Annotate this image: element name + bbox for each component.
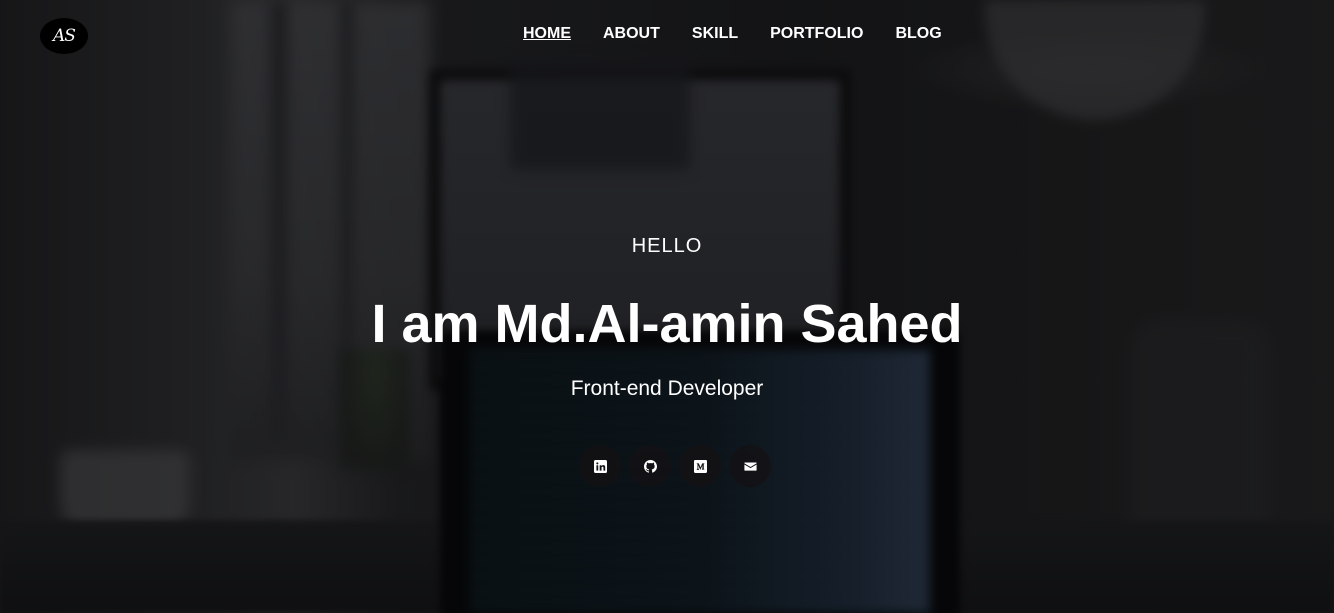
nav-item-home[interactable]: HOME <box>523 24 571 44</box>
social-links <box>579 445 771 487</box>
medium-button[interactable] <box>679 445 721 487</box>
email-button[interactable] <box>729 445 771 487</box>
hero-section: AS HOME ABOUT SKILL PORTFOLIO BLOG HELLO… <box>0 0 1334 613</box>
site-logo[interactable]: AS <box>40 18 88 54</box>
logo-text: AS <box>53 26 76 46</box>
github-icon <box>643 459 657 473</box>
hero-role: Front-end Developer <box>570 377 764 400</box>
nav-item-about[interactable]: ABOUT <box>603 24 660 44</box>
github-button[interactable] <box>629 445 671 487</box>
linkedin-button[interactable] <box>579 445 621 487</box>
medium-icon <box>693 459 707 473</box>
envelope-icon <box>743 460 757 473</box>
nav-item-skill[interactable]: SKILL <box>692 24 738 44</box>
main-nav: HOME ABOUT SKILL PORTFOLIO BLOG <box>523 24 942 44</box>
linkedin-icon <box>593 459 607 473</box>
hero-name: I am Md.Al-amin Sahed <box>371 294 963 354</box>
hero-greeting: HELLO <box>631 235 703 257</box>
nav-item-blog[interactable]: BLOG <box>895 24 941 44</box>
nav-item-portfolio[interactable]: PORTFOLIO <box>770 24 863 44</box>
